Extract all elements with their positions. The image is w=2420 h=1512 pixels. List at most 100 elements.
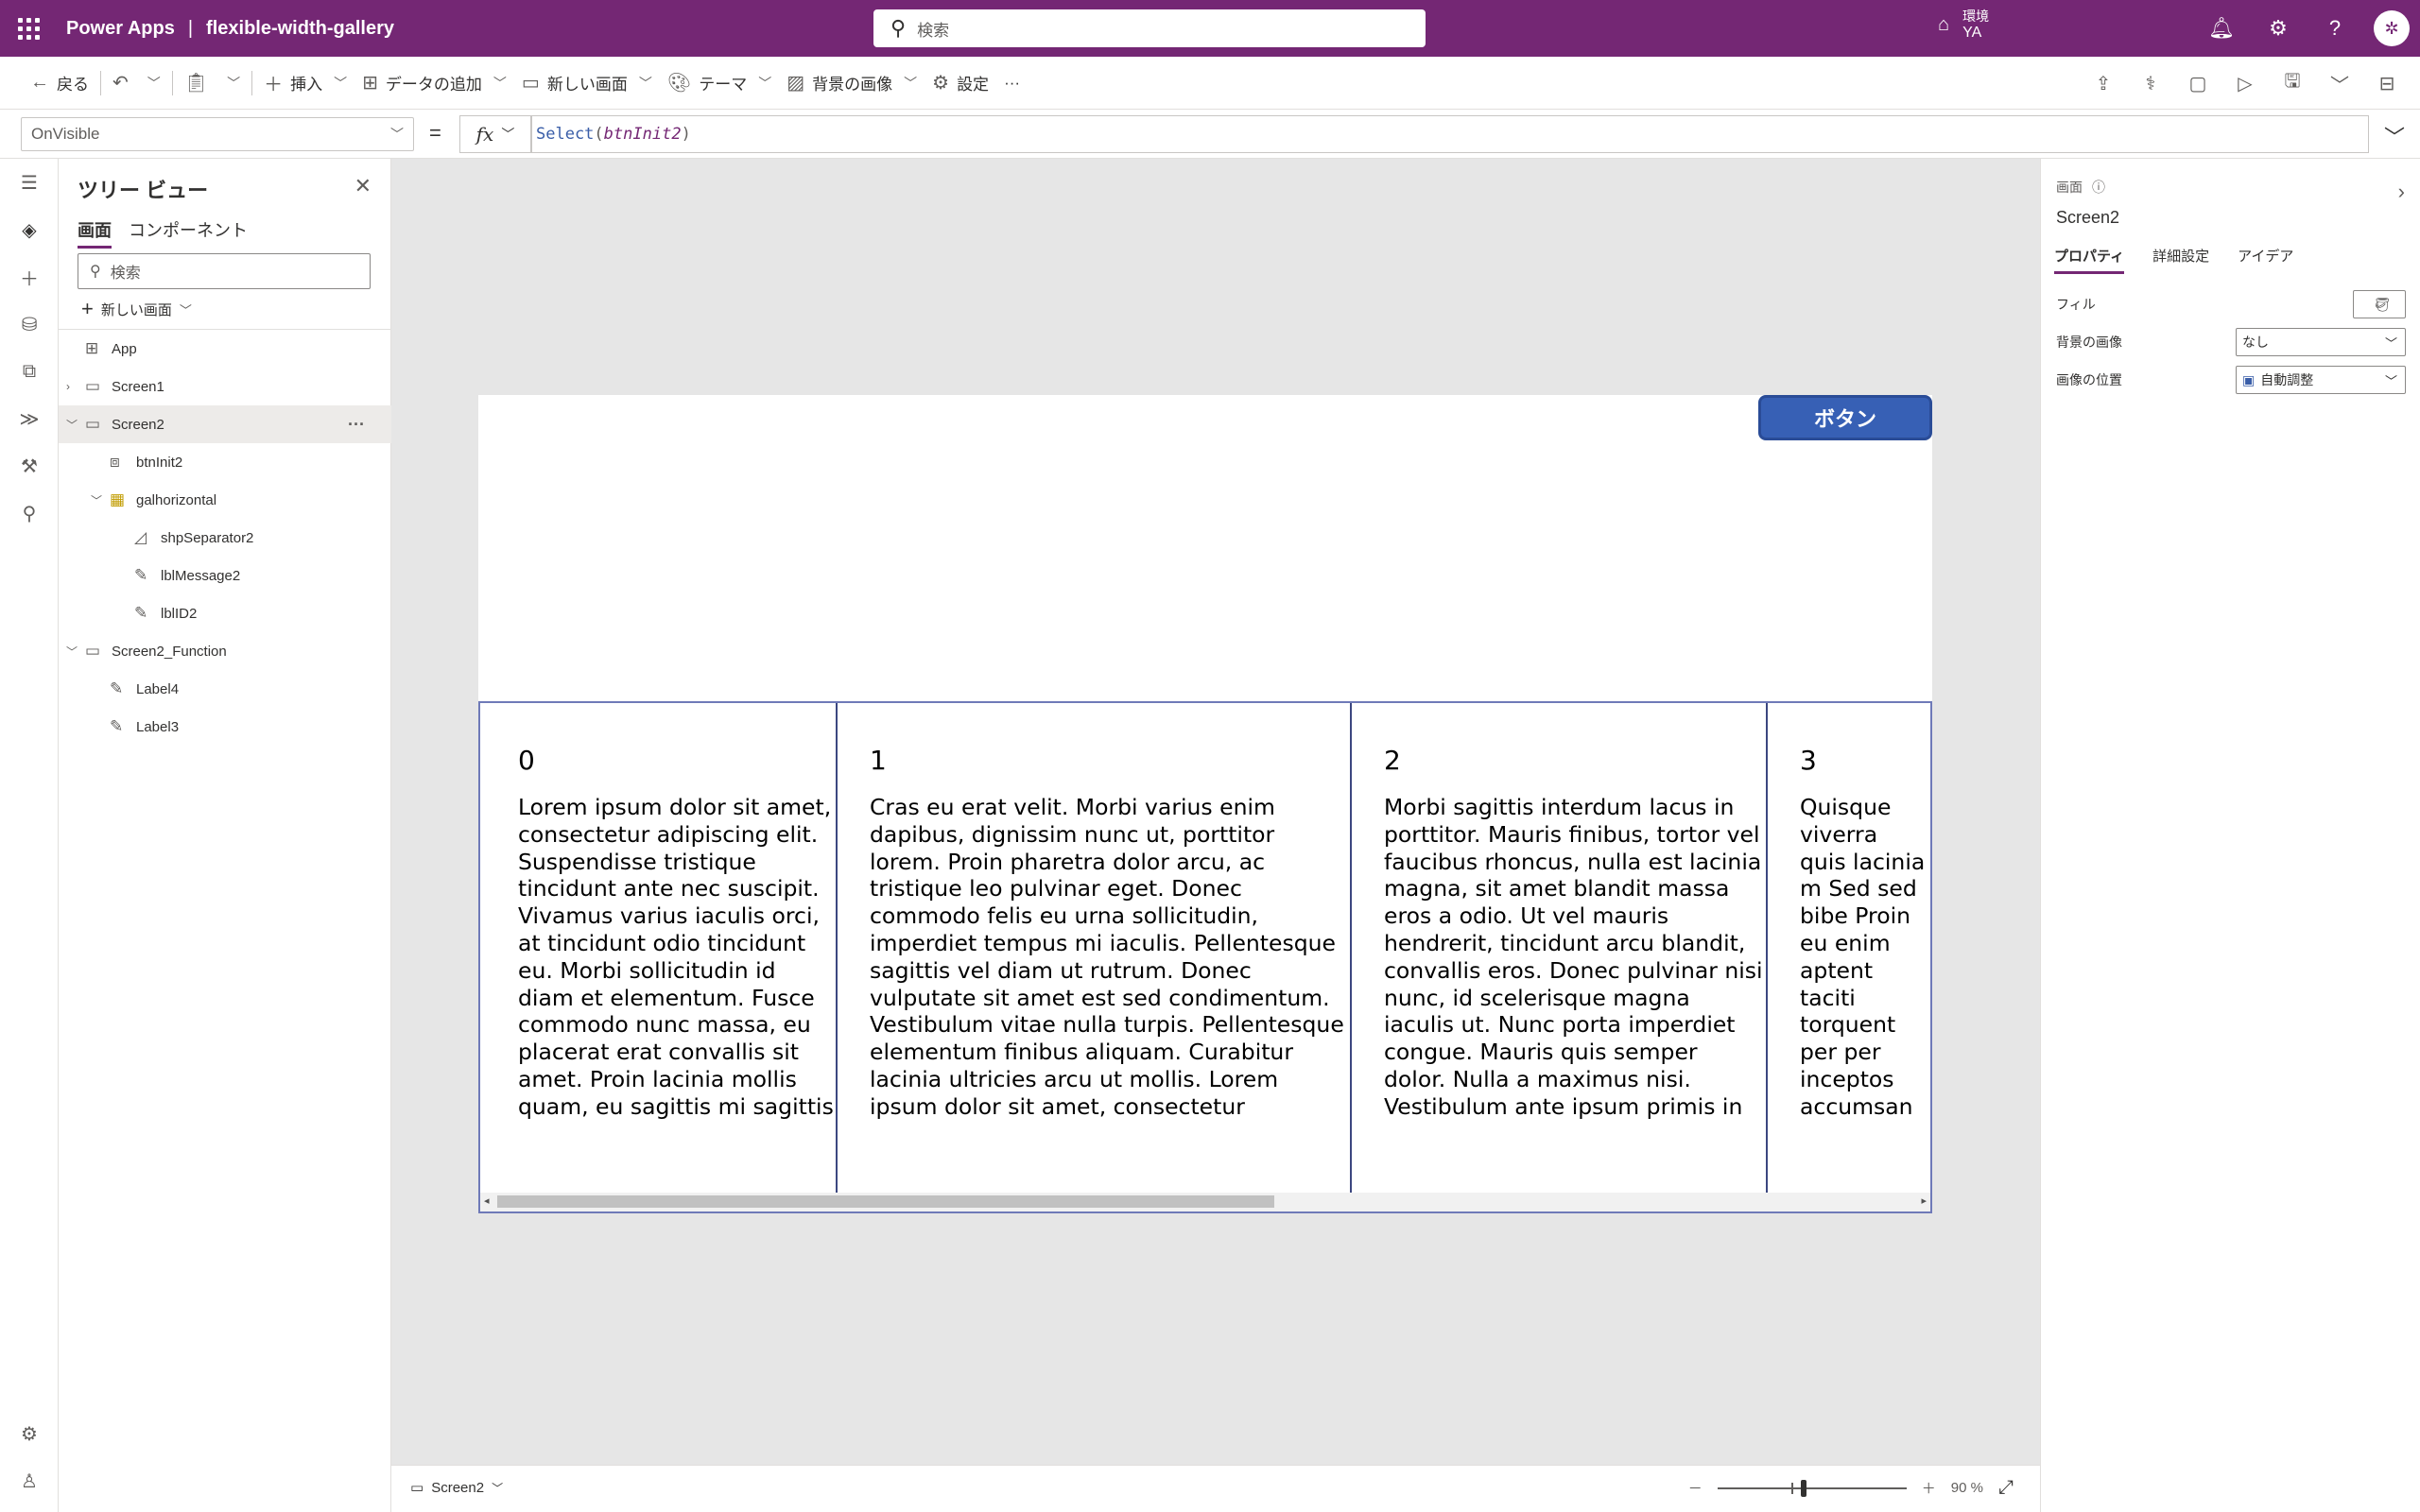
zoom-slider-thumb[interactable] <box>1800 1479 1806 1497</box>
global-search-input[interactable]: ⚲ 検索 <box>873 9 1426 47</box>
back-button[interactable]: ← 戻る <box>23 64 96 102</box>
background-image-button[interactable]: ▨ 背景の画像 ﹀ <box>779 64 925 102</box>
tab-ideas[interactable]: アイデア <box>2238 246 2293 274</box>
background-image-dropdown[interactable]: なし ﹀ <box>2236 328 2406 356</box>
zoom-out-minus-icon[interactable]: － <box>1688 1478 1703 1498</box>
power-automate-icon[interactable]: ≫ <box>0 395 59 442</box>
zoom-in-plus-icon[interactable]: ＋ <box>1922 1478 1936 1498</box>
plus-icon: ＋ <box>264 75 284 95</box>
tree-node-galhorizontal[interactable]: ﹀ ▦ galhorizontal <box>59 481 391 519</box>
tab-components[interactable]: コンポーネント <box>129 217 248 249</box>
tree-node-screen2[interactable]: ﹀ ▭ Screen2 ··· <box>59 405 391 443</box>
image-position-label: 画像の位置 <box>2056 372 2122 387</box>
help-circle-icon[interactable]: ⓘ <box>2092 178 2105 197</box>
chevron-down-icon: ﹀ <box>2384 335 2397 351</box>
tree-node-label3[interactable]: ✎ Label3 <box>59 708 391 746</box>
gallery-item[interactable]: 0 Lorem ipsum dolor sit amet, consectetu… <box>480 703 836 1194</box>
comments-icon[interactable]: ▢ <box>2174 57 2221 110</box>
tree-node-btninit2[interactable]: ⧈ btnInit2 <box>59 443 391 481</box>
btninit2-button[interactable]: ボタン <box>1758 395 1932 440</box>
scroll-right-arrow-icon[interactable]: ▸ <box>1921 1194 1927 1207</box>
tree-node-screen1[interactable]: › ▭ Screen1 <box>59 368 391 405</box>
close-icon[interactable]: ✕ <box>354 174 372 198</box>
tree-node-shpseparator2[interactable]: ◿ shpSeparator2 <box>59 519 391 557</box>
gallery-item[interactable]: 2 Morbi sagittis interdum lacus in portt… <box>1352 703 1766 1194</box>
chevron-down-icon[interactable]: ﹀ <box>66 417 78 433</box>
database-icon: ⊞ <box>362 73 378 94</box>
hamburger-menu-icon[interactable]: ☰ <box>0 159 59 206</box>
scrollbar-thumb[interactable] <box>497 1195 1274 1208</box>
paint-bucket-icon: 🪣︎ <box>2374 296 2391 312</box>
data-cylinder-icon[interactable]: ⛁ <box>0 301 59 348</box>
screen-picker[interactable]: ▭ Screen2 ﹀ <box>410 1479 503 1497</box>
brand-name[interactable]: Power Apps <box>66 18 175 40</box>
insert-button[interactable]: ＋ 挿入 ﹀ <box>256 64 354 102</box>
new-screen-button[interactable]: + 新しい画面 ﹀ <box>81 297 192 321</box>
formula-input[interactable]: Select(btnInit2) <box>531 115 2369 153</box>
tree-search-placeholder: 検索 <box>110 266 141 282</box>
advanced-tools-icon[interactable]: ⚒ <box>0 442 59 490</box>
label-control-icon: ✎ <box>134 566 148 584</box>
scroll-left-arrow-icon[interactable]: ◂ <box>484 1194 490 1207</box>
tab-properties[interactable]: プロパティ <box>2054 246 2125 274</box>
environment-picker[interactable]: ⌂ 環境 YA <box>1938 8 1989 42</box>
account-avatar[interactable]: ✲ <box>2363 0 2420 57</box>
share-icon[interactable]: ⇪ <box>2080 57 2127 110</box>
zoom-slider[interactable] <box>1717 1479 1907 1497</box>
undo-button[interactable]: ↶ <box>105 64 136 102</box>
fill-color-picker[interactable]: 🪣︎ <box>2353 290 2406 318</box>
tree-view-layers-icon[interactable]: ◈ <box>0 206 59 253</box>
more-options-icon[interactable]: ··· <box>348 415 365 435</box>
chevron-down-icon[interactable]: ﹀ <box>66 644 78 660</box>
preview-play-icon[interactable]: ▷ <box>2221 57 2269 110</box>
galhorizontal-gallery[interactable]: 0 Lorem ipsum dolor sit amet, consectetu… <box>478 701 1932 1213</box>
undo-menu-button[interactable]: ﹀ <box>136 64 168 102</box>
chevron-right-icon[interactable]: › <box>2398 180 2405 204</box>
paste-menu-button[interactable]: ﹀ <box>216 64 248 102</box>
theme-button[interactable]: 🎨︎ テーマ ﹀ <box>660 64 779 102</box>
label-control-icon: ✎ <box>110 679 124 697</box>
gallery-item[interactable]: 3 Quisque viverra quis lacinia m Sed sed… <box>1768 703 1930 1194</box>
tree-node-label4[interactable]: ✎ Label4 <box>59 670 391 708</box>
gallery-horizontal-scrollbar[interactable]: ◂ ▸ <box>480 1193 1930 1211</box>
more-commands-button[interactable]: ··· <box>996 64 1028 102</box>
tree-node-lblmessage2[interactable]: ✎ lblMessage2 <box>59 557 391 594</box>
publish-icon[interactable]: ⊟ <box>2363 57 2411 110</box>
fit-to-window-icon[interactable]: ⤢ <box>1998 1477 2014 1499</box>
virtual-agent-icon[interactable]: ♙ <box>0 1457 59 1504</box>
image-position-dropdown[interactable]: ▣ 自動調整 ﹀ <box>2236 366 2406 394</box>
tab-screens[interactable]: 画面 <box>78 217 112 249</box>
settings-icon[interactable]: ⚙ <box>0 1410 59 1457</box>
settings-button[interactable]: ⚙ 設定 <box>925 64 996 102</box>
lblmessage2-label: Morbi sagittis interdum lacus in porttit… <box>1384 794 1763 1123</box>
gallery-item[interactable]: 1 Cras eu erat velit. Morbi varius enim … <box>838 703 1350 1194</box>
new-screen-button[interactable]: ▭ 新しい画面 ﹀ <box>514 64 660 102</box>
help-icon[interactable]: ? <box>2307 0 2363 57</box>
tree-node-label: Screen2_Function <box>112 643 227 660</box>
insert-plus-icon[interactable]: ＋ <box>0 253 59 301</box>
save-menu-chevron-icon[interactable]: ﹀ <box>2316 57 2363 110</box>
media-icon[interactable]: ⧉ <box>0 348 59 395</box>
tree-node-app[interactable]: ⊞ App <box>59 330 391 368</box>
notifications-bell-icon[interactable]: 🔔︎ <box>2193 0 2250 57</box>
tree-search-input[interactable]: ⚲ 検索 <box>78 253 371 289</box>
paste-button[interactable]: 📋︎ <box>177 64 216 102</box>
settings-gear-icon[interactable]: ⚙ <box>2250 0 2307 57</box>
search-icon[interactable]: ⚲ <box>0 490 59 537</box>
app-checker-icon[interactable]: ⚕ <box>2127 57 2174 110</box>
tab-advanced[interactable]: 詳細設定 <box>2152 246 2209 274</box>
tree-node-lblid2[interactable]: ✎ lblID2 <box>59 594 391 632</box>
add-data-button[interactable]: ⊞ データの追加 ﹀ <box>354 64 514 102</box>
expand-formula-chevron-icon[interactable]: ﹀ <box>2384 121 2405 151</box>
chevron-down-icon[interactable]: ﹀ <box>91 492 102 508</box>
tree-node-screen2-function[interactable]: ﹀ ▭ Screen2_Function <box>59 632 391 670</box>
gallery-icon: ▦ <box>110 490 126 508</box>
app-launcher-icon[interactable] <box>0 0 57 57</box>
new-screen-label: 新しい画面 <box>100 301 172 318</box>
screen2-canvas[interactable]: ボタン 0 Lorem ipsum dolor sit amet, consec… <box>478 395 1932 1213</box>
function-picker-button[interactable]: fx ﹀ <box>459 115 531 153</box>
property-selector[interactable]: OnVisible ﹀ <box>21 117 414 151</box>
save-icon[interactable]: 🖫︎ <box>2269 57 2316 110</box>
chevron-down-icon: ﹀ <box>758 75 772 91</box>
chevron-right-icon[interactable]: › <box>66 380 70 393</box>
